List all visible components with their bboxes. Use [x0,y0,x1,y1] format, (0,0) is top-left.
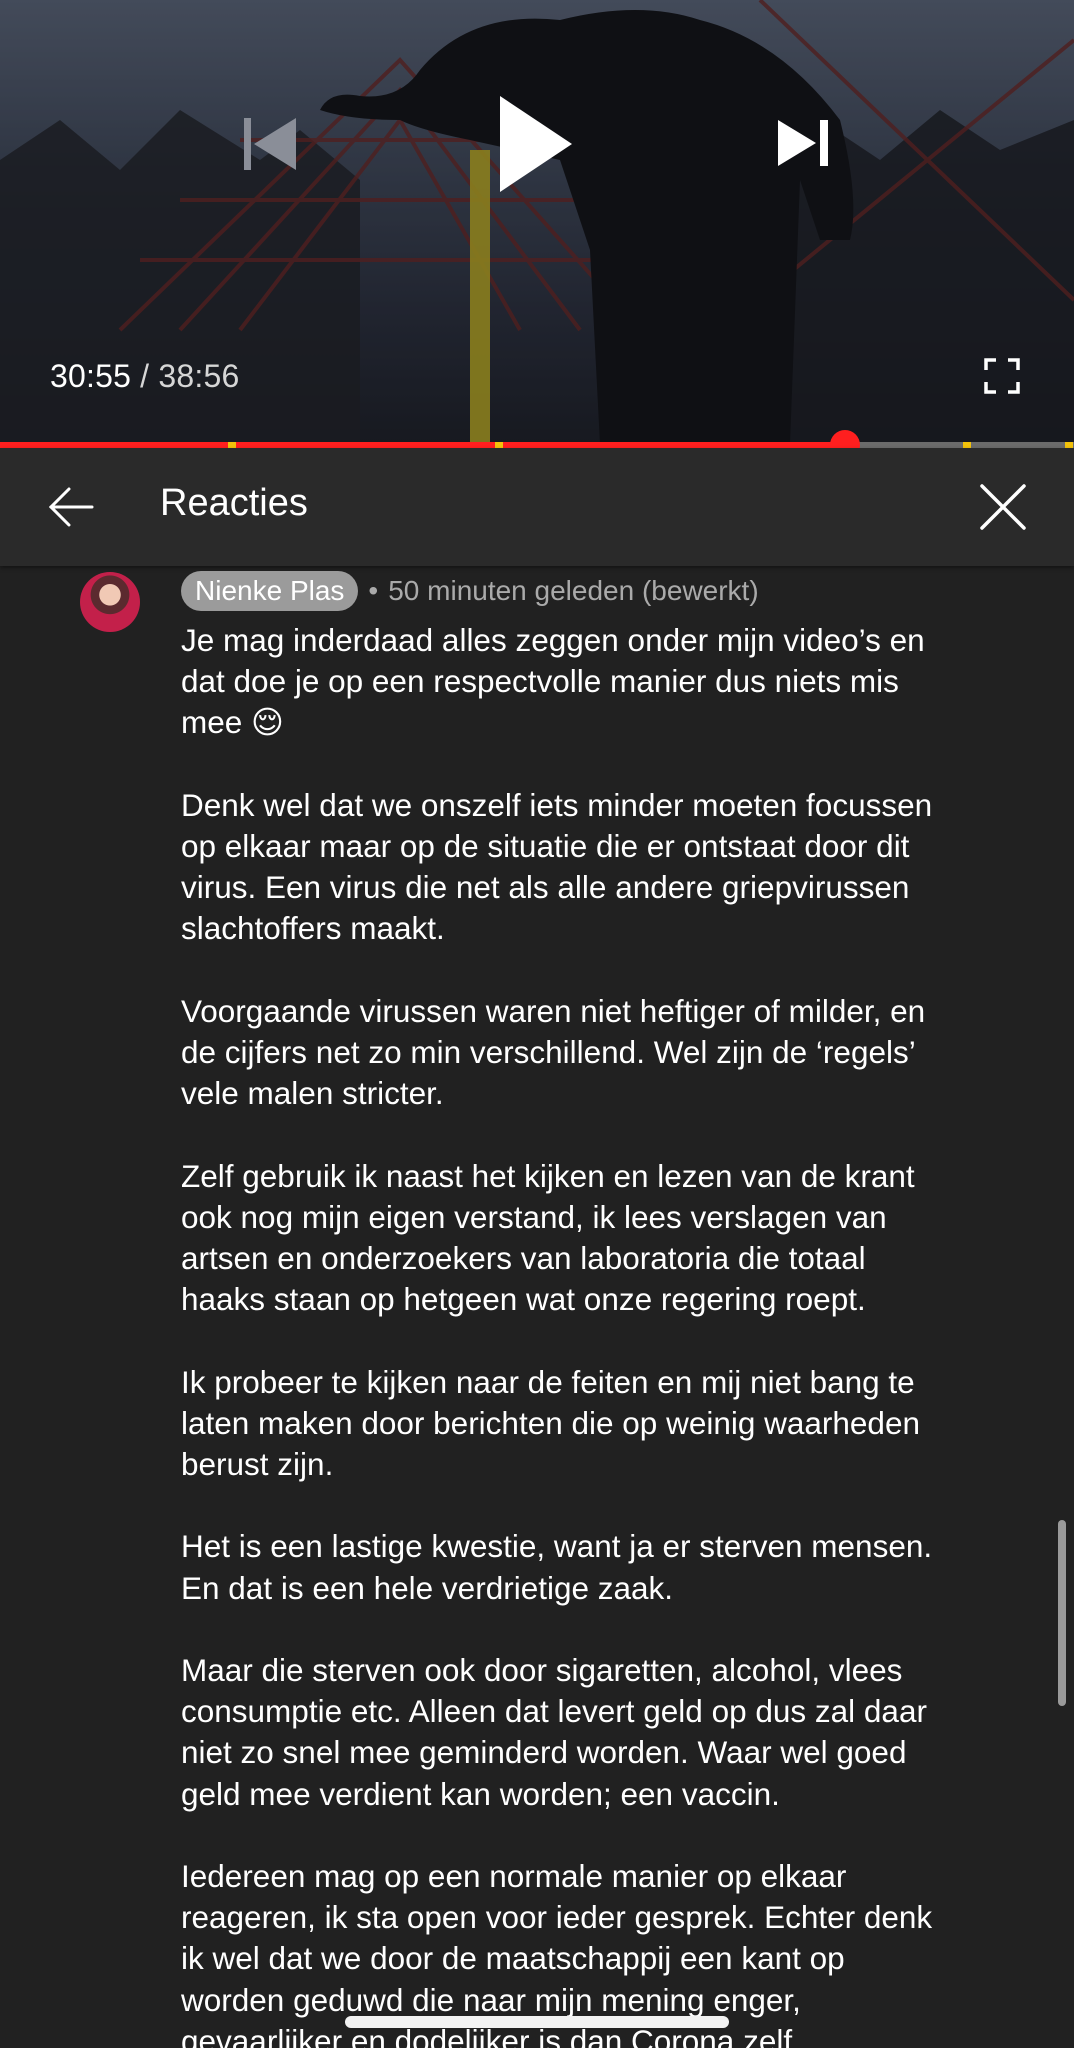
close-icon[interactable] [978,482,1028,532]
comment-paragraph: Maar die sterven ook door sigaretten, al… [181,1651,927,1812]
video-player[interactable]: 30:55 / 38:56 [0,0,1074,444]
comment-meta: Nienke Plas • 50 minuten geleden (bewerk… [181,570,759,612]
comment-paragraph: Denk wel dat we onszelf iets minder moet… [181,786,933,947]
fullscreen-icon[interactable] [984,358,1020,394]
comments-header: Reacties [0,448,1074,566]
duration: 38:56 [158,358,240,394]
avatar[interactable] [80,572,140,632]
arrow-left-icon[interactable] [48,484,94,530]
comment-item: Nienke Plas • 50 minuten geleden (bewerk… [0,566,1074,2048]
comments-title: Reacties [160,482,308,524]
comment-paragraph: Je mag inderdaad alles zeggen onder mijn… [181,622,925,741]
scrollbar[interactable] [1058,1520,1066,1706]
skip-next-icon[interactable] [776,118,832,168]
comment-paragraph: Ik probeer te kijken naar de feiten en m… [181,1363,920,1482]
current-time: 30:55 [50,358,132,394]
comment-text: Je mag inderdaad alles zeggen onder mijn… [181,620,1031,2048]
comment-paragraph: Zelf gebruik ik naast het kijken en leze… [181,1157,915,1318]
home-indicator[interactable] [345,2016,729,2028]
comment-timestamp: 50 minuten geleden (bewerkt) [388,575,759,606]
playback-time: 30:55 / 38:56 [50,358,239,395]
comment-paragraph: Voorgaande virussen waren niet heftiger … [181,992,926,1112]
meta-separator: • [368,575,379,606]
time-separator: / [140,358,150,394]
author-name[interactable]: Nienke Plas [181,571,359,611]
skip-previous-icon[interactable] [242,112,298,176]
play-icon[interactable] [494,92,574,196]
comment-paragraph: Het is een lastige kwestie, want ja er s… [181,1528,933,1606]
